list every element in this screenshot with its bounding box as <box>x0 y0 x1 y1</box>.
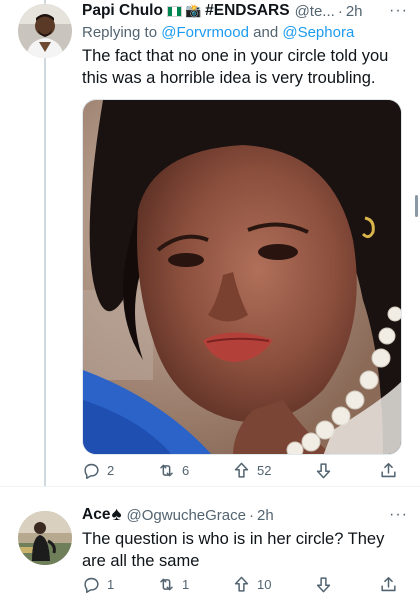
like-count: 52 <box>257 462 272 478</box>
avatar[interactable] <box>18 4 72 58</box>
share-button[interactable] <box>379 458 398 482</box>
nigeria-flag-icon <box>166 5 182 17</box>
downvote-icon <box>316 462 331 478</box>
retweet-count: 1 <box>182 576 190 592</box>
user-handle[interactable]: @OgwucheGrace <box>127 507 246 524</box>
like-icon <box>234 576 249 592</box>
tweet-text: The question is who is in her circle? Th… <box>82 530 385 570</box>
tweet-image[interactable] <box>82 99 402 455</box>
reply-button[interactable]: 2 <box>82 458 114 482</box>
mention-link[interactable]: @Forvrmood <box>161 24 249 41</box>
retweet-icon <box>160 578 173 590</box>
like-button[interactable]: 10 <box>232 572 271 596</box>
retweet-button[interactable]: 6 <box>157 458 189 482</box>
reply-count: 1 <box>107 576 115 592</box>
separator: · <box>337 2 343 20</box>
avatar[interactable] <box>18 511 72 565</box>
tweet-text: The fact that no one in your circle told… <box>82 47 389 87</box>
share-icon <box>381 576 396 591</box>
user-handle[interactable]: @te... <box>295 3 335 20</box>
display-name[interactable]: Papi Chulo <box>82 2 163 20</box>
retweet-count: 6 <box>182 462 190 478</box>
reply-icon <box>84 463 99 479</box>
like-count: 10 <box>257 576 272 592</box>
display-name-hashtag[interactable]: #ENDSARS <box>205 2 289 20</box>
timestamp[interactable]: 2h <box>257 507 274 524</box>
timestamp[interactable]: 2h <box>346 3 363 20</box>
downvote-icon <box>316 576 331 592</box>
reply-count: 2 <box>107 462 115 478</box>
retweet-button[interactable]: 1 <box>157 572 189 596</box>
share-icon <box>381 462 396 477</box>
tweet-papi-chulo[interactable]: Papi Chulo 📸 #ENDSARS @te... · 2h ··· Re… <box>0 0 420 487</box>
more-icon[interactable]: ··· <box>389 3 408 19</box>
downvote-button[interactable] <box>314 458 333 482</box>
reply-and: and <box>248 24 283 41</box>
downvote-button[interactable] <box>314 572 333 596</box>
tweet-header: Ace ♠ @OgwucheGrace · 2h ··· <box>82 504 408 526</box>
like-button[interactable]: 52 <box>232 458 271 482</box>
retweet-icon <box>160 464 173 476</box>
spade-icon: ♠ <box>111 504 122 525</box>
like-icon <box>234 462 249 478</box>
tweet-actions: 2 6 52 <box>82 458 402 482</box>
reply-prefix: Replying to <box>82 24 162 41</box>
reply-button[interactable]: 1 <box>82 572 114 596</box>
more-icon[interactable]: ··· <box>389 507 408 523</box>
display-name[interactable]: Ace <box>82 506 110 524</box>
flag-stripe-right <box>176 6 181 16</box>
tweet-actions: 1 1 10 <box>82 572 402 596</box>
replying-to: Replying to @Forvrmood and @Sephora <box>82 22 408 43</box>
separator: · <box>248 506 254 524</box>
tweet-header: Papi Chulo 📸 #ENDSARS @te... · 2h ··· <box>82 0 408 22</box>
tweet-ace[interactable]: Ace ♠ @OgwucheGrace · 2h ··· The questio… <box>0 487 420 600</box>
reply-icon <box>84 577 99 593</box>
mention-link[interactable]: @Sephora <box>282 24 354 41</box>
share-button[interactable] <box>379 572 398 596</box>
camera-icon: 📸 <box>184 3 202 18</box>
